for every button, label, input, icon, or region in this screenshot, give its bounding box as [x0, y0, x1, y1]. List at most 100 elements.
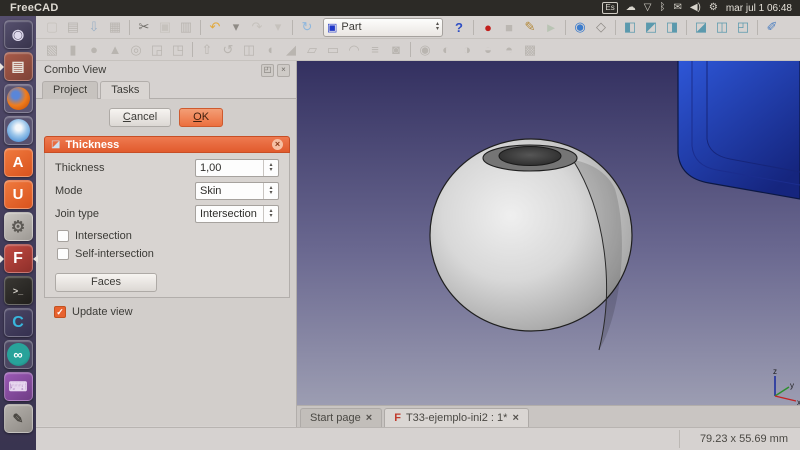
launcher-item-firefox[interactable]: [4, 84, 33, 113]
boolean-cut-button[interactable]: ◐: [436, 40, 456, 59]
intersection-checkbox[interactable]: [57, 230, 69, 242]
network-icon[interactable]: ▽: [644, 1, 652, 15]
measure-button[interactable]: ✐: [762, 18, 782, 37]
3d-viewport[interactable]: z y x: [297, 61, 800, 405]
thickness-value[interactable]: 1,00: [196, 162, 263, 174]
revolve-button[interactable]: ↺: [218, 40, 238, 59]
join-type-value[interactable]: Intersection: [196, 208, 263, 220]
launcher-item-code-app[interactable]: C: [4, 308, 33, 337]
session-gear-icon[interactable]: ⚙: [709, 1, 718, 15]
close-tab-icon[interactable]: ×: [366, 412, 372, 424]
sweep-button[interactable]: ◠: [344, 40, 364, 59]
thickness-spinbox[interactable]: 1,00 ▴▾: [195, 159, 279, 177]
compound-button[interactable]: ▩: [520, 40, 540, 59]
primitives-dialog-button[interactable]: ◲: [147, 40, 167, 59]
undo-menu-button[interactable]: ▾: [226, 18, 246, 37]
spinner-arrows[interactable]: ▴▾: [263, 160, 278, 176]
launcher-item-system-settings[interactable]: ⚙: [4, 212, 33, 241]
close-panel-icon[interactable]: ×: [277, 64, 290, 77]
launcher-item-files[interactable]: ▤: [4, 52, 33, 81]
shape-builder-button[interactable]: ◳: [168, 40, 188, 59]
cloud-icon[interactable]: ☁: [626, 1, 636, 15]
tab-project[interactable]: Project: [42, 81, 98, 99]
mirror-button[interactable]: ◫: [239, 40, 259, 59]
macro-run-button[interactable]: ►: [541, 18, 561, 37]
cut-button[interactable]: ✂: [134, 18, 154, 37]
thickness-tool-button[interactable]: ◙: [386, 40, 406, 59]
refresh-button[interactable]: ↻: [297, 18, 317, 37]
launcher-item-software-center[interactable]: A: [4, 148, 33, 177]
launcher-item-freecad[interactable]: F: [4, 244, 33, 273]
boolean-union-button[interactable]: ◉: [415, 40, 435, 59]
workbench-selector[interactable]: ▣Part▴▾: [323, 18, 443, 37]
paste-button[interactable]: ▥: [176, 18, 196, 37]
join-type-select[interactable]: Intersection ▴▾: [195, 205, 279, 223]
primitive-sphere-button[interactable]: ●: [84, 40, 104, 59]
launcher-item-ubuntu-dash[interactable]: ◉: [4, 20, 33, 49]
undo-button[interactable]: ↶: [205, 18, 225, 37]
view-right-button[interactable]: ◨: [662, 18, 682, 37]
macro-edit-button[interactable]: ✎: [520, 18, 540, 37]
primitive-torus-button[interactable]: ◎: [126, 40, 146, 59]
section-button[interactable]: ◒: [478, 40, 498, 59]
cancel-button[interactable]: Cancel: [109, 108, 171, 127]
fillet-button[interactable]: ◖: [260, 40, 280, 59]
redo-button[interactable]: ↷: [247, 18, 267, 37]
bluetooth-icon[interactable]: ᛒ: [659, 1, 665, 15]
extrude-button[interactable]: ⇧: [197, 40, 217, 59]
whats-this-button[interactable]: ?: [449, 18, 469, 37]
close-tab-icon[interactable]: ×: [512, 412, 518, 424]
selected-box-object[interactable]: [678, 61, 800, 199]
chamfer-button[interactable]: ◢: [281, 40, 301, 59]
launcher-item-ubuntu-one[interactable]: U: [4, 180, 33, 209]
ok-button[interactable]: OK: [179, 108, 223, 127]
launcher-item-purple-device[interactable]: ⌨: [4, 372, 33, 401]
save-button[interactable]: ⇩: [84, 18, 104, 37]
dropdown-arrows[interactable]: ▴▾: [263, 183, 278, 199]
open-file-button[interactable]: ▤: [63, 18, 83, 37]
close-taskbox-icon[interactable]: ×: [272, 139, 283, 150]
launcher-item-document-tool[interactable]: ✎: [4, 404, 33, 433]
clock[interactable]: mar jul 1 06:48: [726, 3, 800, 14]
document-tab-start-page[interactable]: Start page×: [300, 408, 382, 427]
self-intersection-checkbox[interactable]: [57, 248, 69, 260]
print-button[interactable]: ▦: [105, 18, 125, 37]
faces-button[interactable]: Faces: [55, 273, 157, 292]
macro-record-button[interactable]: ●: [478, 18, 498, 37]
document-tab-t33-ejemplo-ini2-1-[interactable]: FT33-ejemplo-ini2 : 1*×: [384, 408, 529, 427]
view-front-button[interactable]: ◧: [620, 18, 640, 37]
offset-button[interactable]: ≡: [365, 40, 385, 59]
macro-stop-button[interactable]: ■: [499, 18, 519, 37]
ruled-surface-button[interactable]: ▱: [302, 40, 322, 59]
view-fit-all-button[interactable]: ◉: [570, 18, 590, 37]
launcher-item-arduino[interactable]: ∞: [4, 340, 33, 369]
tab-tasks[interactable]: Tasks: [100, 81, 150, 99]
sphere-hole[interactable]: [499, 147, 561, 166]
view-left-button[interactable]: ◰: [733, 18, 753, 37]
dropdown-arrows[interactable]: ▴▾: [436, 22, 439, 32]
primitive-cone-button[interactable]: ▲: [105, 40, 125, 59]
keyboard-indicator[interactable]: Es: [602, 2, 617, 14]
thickness-taskbox-header[interactable]: ◪ Thickness ×: [44, 136, 290, 153]
view-top-button[interactable]: ◩: [641, 18, 661, 37]
view-rear-button[interactable]: ◪: [691, 18, 711, 37]
redo-menu-button[interactable]: ▾: [268, 18, 288, 37]
update-view-checkbox[interactable]: ✓: [54, 306, 66, 318]
view-axonometric-button[interactable]: ◇: [591, 18, 611, 37]
mode-value[interactable]: Skin: [196, 185, 263, 197]
primitive-cylinder-button[interactable]: ▮: [63, 40, 83, 59]
loft-button[interactable]: ▭: [323, 40, 343, 59]
mode-select[interactable]: Skin ▴▾: [195, 182, 279, 200]
cross-sections-button[interactable]: ◓: [499, 40, 519, 59]
float-panel-icon[interactable]: ◰: [261, 64, 274, 77]
launcher-item-terminal[interactable]: >_: [4, 276, 33, 305]
dropdown-arrows[interactable]: ▴▾: [263, 206, 278, 222]
view-bottom-button[interactable]: ◫: [712, 18, 732, 37]
new-file-button[interactable]: ▢: [42, 18, 62, 37]
launcher-item-chromium[interactable]: [4, 116, 33, 145]
volume-icon[interactable]: ◀): [690, 1, 701, 15]
primitive-box-button[interactable]: ▧: [42, 40, 62, 59]
mail-icon[interactable]: ✉: [673, 1, 681, 15]
copy-button[interactable]: ▣: [155, 18, 175, 37]
boolean-common-button[interactable]: ◑: [457, 40, 477, 59]
